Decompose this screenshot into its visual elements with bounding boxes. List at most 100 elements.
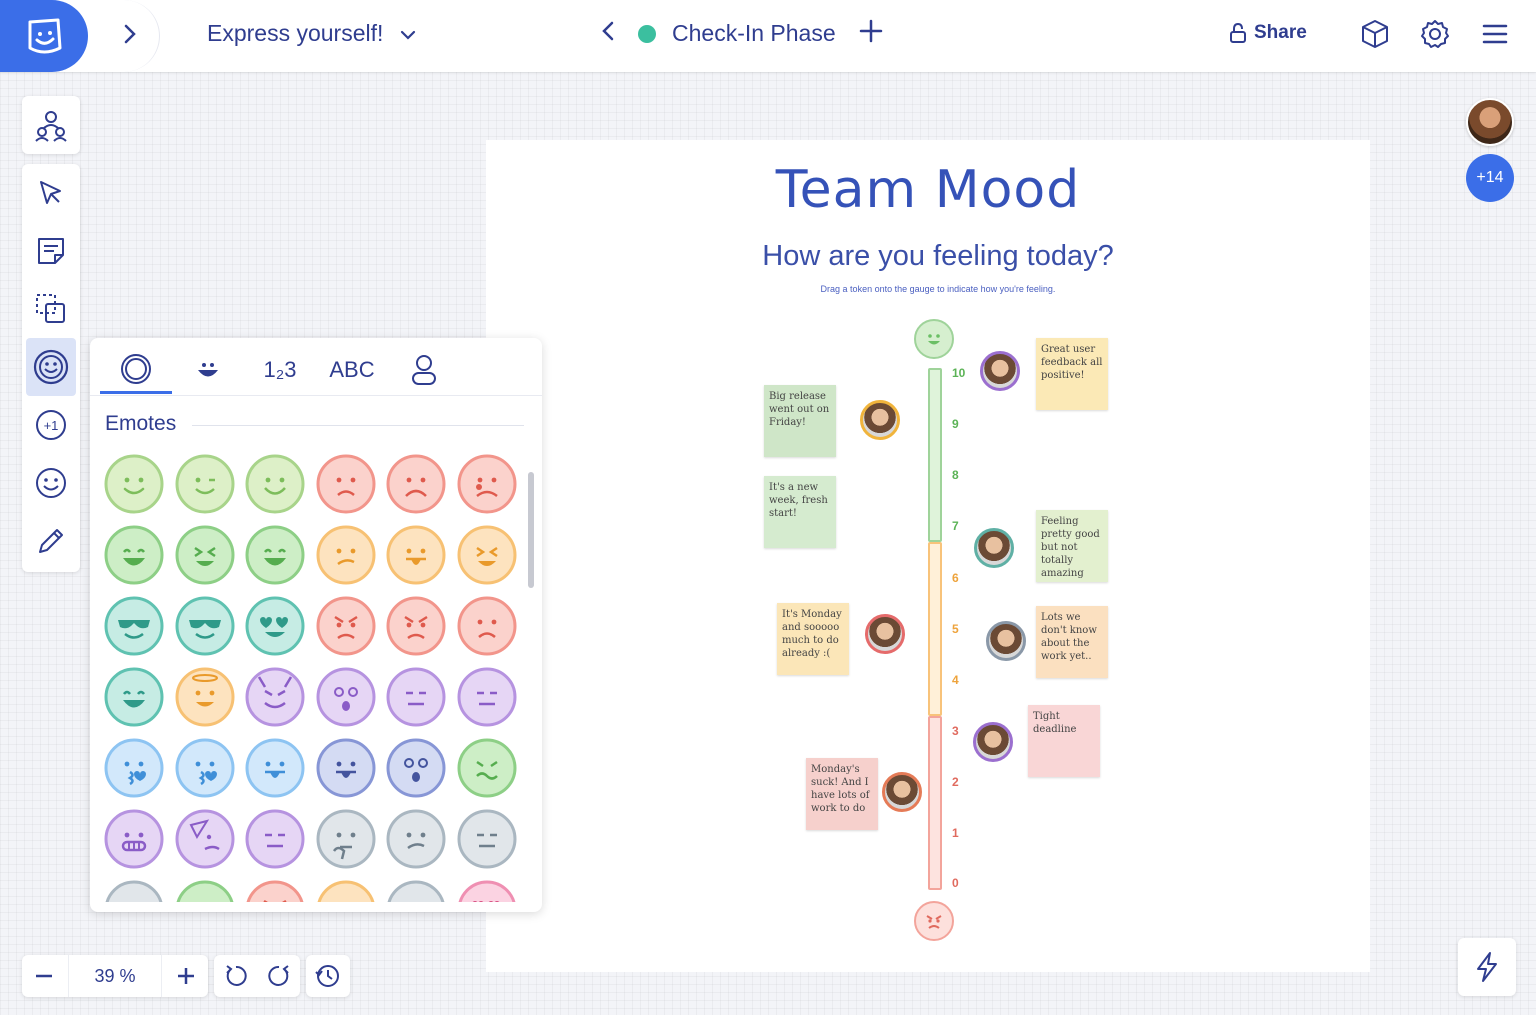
vote-tool-button[interactable]: +1 <box>22 396 80 454</box>
tab-numbers[interactable]: 1₂3 <box>244 346 316 394</box>
gauge-red-segment <box>928 716 942 890</box>
emote-button[interactable] <box>104 454 164 514</box>
current-user-avatar[interactable] <box>1466 98 1514 146</box>
board-canvas[interactable]: Team Mood How are you feeling today? Dra… <box>486 140 1370 972</box>
history-button[interactable] <box>306 955 350 997</box>
tab-letters[interactable]: ABC <box>316 346 388 394</box>
emote-button[interactable] <box>245 454 305 514</box>
sticky-note[interactable]: Monday's suck! And I have lots of work t… <box>806 758 878 830</box>
share-label: Share <box>1254 22 1307 43</box>
emote-button[interactable] <box>457 809 517 869</box>
emote-button[interactable] <box>316 596 376 656</box>
emote-button[interactable] <box>175 596 235 656</box>
emote-button[interactable] <box>175 809 235 869</box>
sticky-note[interactable]: It's a new week, fresh start! <box>764 476 836 548</box>
emote-button[interactable] <box>245 596 305 656</box>
emote-button[interactable] <box>245 880 305 902</box>
emote-button[interactable] <box>175 454 235 514</box>
emote-button[interactable] <box>104 880 164 902</box>
emote-laugh-icon <box>104 667 164 727</box>
emote-button[interactable] <box>386 880 446 902</box>
sticky-note[interactable]: It's Monday and sooooo much to do alread… <box>777 603 849 675</box>
emote-button[interactable] <box>457 738 517 798</box>
emote-button[interactable] <box>104 667 164 727</box>
tab-emotes[interactable] <box>100 346 172 394</box>
app-logo[interactable] <box>0 0 88 72</box>
undo-button[interactable] <box>214 955 257 997</box>
emote-button[interactable] <box>316 738 376 798</box>
user-pin-avatar[interactable] <box>865 614 905 654</box>
sticky-note[interactable]: Lots we don't know about the work yet.. <box>1036 606 1108 678</box>
select-tool-button[interactable] <box>22 164 80 222</box>
emote-button[interactable] <box>457 596 517 656</box>
emote-button[interactable] <box>457 454 517 514</box>
emote-button[interactable] <box>245 667 305 727</box>
user-pin-avatar[interactable] <box>860 400 900 440</box>
tab-avatars[interactable] <box>388 346 460 394</box>
emote-button[interactable] <box>104 738 164 798</box>
pointer-icon <box>40 181 61 204</box>
smiley-icon <box>36 468 66 498</box>
emote-button[interactable] <box>386 809 446 869</box>
user-pin-avatar[interactable] <box>974 528 1014 568</box>
templates-button[interactable] <box>1358 16 1392 52</box>
emote-button[interactable] <box>386 525 446 585</box>
redo-button[interactable] <box>257 955 300 997</box>
emote-button[interactable] <box>245 738 305 798</box>
previous-phase-button[interactable] <box>600 19 616 48</box>
emote-cool-icon <box>104 596 164 656</box>
quick-actions-button[interactable] <box>1458 938 1516 996</box>
phase-name[interactable]: Check-In Phase <box>672 20 836 47</box>
emote-button[interactable] <box>386 454 446 514</box>
minus-icon <box>36 974 52 978</box>
more-collaborators-badge[interactable]: +14 <box>1466 154 1514 202</box>
emote-button[interactable] <box>316 880 376 902</box>
emote-button[interactable] <box>104 809 164 869</box>
emote-button[interactable] <box>386 667 446 727</box>
emote-button[interactable] <box>316 454 376 514</box>
emote-button[interactable] <box>316 809 376 869</box>
add-phase-button[interactable] <box>858 18 884 49</box>
emote-button[interactable] <box>104 596 164 656</box>
emote-panel-scrollbar[interactable] <box>528 472 534 588</box>
emote-laugh-icon <box>245 525 305 585</box>
sticky-note[interactable]: Feeling pretty good but not totally amaz… <box>1036 510 1108 582</box>
share-button[interactable]: Share <box>1228 22 1307 44</box>
emote-button[interactable] <box>169 520 240 590</box>
main-menu-button[interactable] <box>1478 16 1512 52</box>
zoom-out-button[interactable] <box>24 955 64 997</box>
zoom-level[interactable]: 39 % <box>68 955 162 997</box>
emote-button[interactable] <box>316 667 376 727</box>
emote-button[interactable] <box>175 880 235 902</box>
sticky-note-tool-button[interactable] <box>22 222 80 280</box>
emote-button[interactable] <box>175 667 235 727</box>
participants-button[interactable] <box>22 96 80 154</box>
tab-faces[interactable] <box>172 346 244 394</box>
emote-button[interactable] <box>175 738 235 798</box>
emote-button[interactable] <box>457 880 517 902</box>
board-title-dropdown[interactable]: Express yourself! <box>207 20 417 47</box>
user-pin-avatar[interactable] <box>980 351 1020 391</box>
zoom-in-button[interactable] <box>166 955 206 997</box>
emote-button[interactable] <box>104 525 164 585</box>
sticky-note[interactable]: Big release went out on Friday! <box>764 385 836 457</box>
pen-tool-button[interactable] <box>22 512 80 570</box>
emote-button[interactable] <box>245 809 305 869</box>
emote-button[interactable] <box>457 525 517 585</box>
user-pin-avatar[interactable] <box>882 772 922 812</box>
emote-button[interactable] <box>245 525 305 585</box>
sticky-note[interactable]: Tight deadline <box>1028 705 1100 777</box>
user-pin-avatar[interactable] <box>986 621 1026 661</box>
emote-party-icon <box>175 809 234 869</box>
frame-tool-button[interactable] <box>22 280 80 338</box>
emote-button[interactable] <box>316 525 376 585</box>
sticky-note[interactable]: Great user feedback all positive! <box>1036 338 1108 410</box>
emote-button[interactable] <box>386 596 446 656</box>
emote-tool-button[interactable] <box>26 338 76 396</box>
emote-button[interactable] <box>386 738 446 798</box>
settings-button[interactable] <box>1418 16 1452 52</box>
user-pin-avatar[interactable] <box>973 722 1013 762</box>
emote-button[interactable] <box>457 667 517 727</box>
emote-oo-icon <box>316 667 375 727</box>
smiley-tool-button[interactable] <box>22 454 80 512</box>
